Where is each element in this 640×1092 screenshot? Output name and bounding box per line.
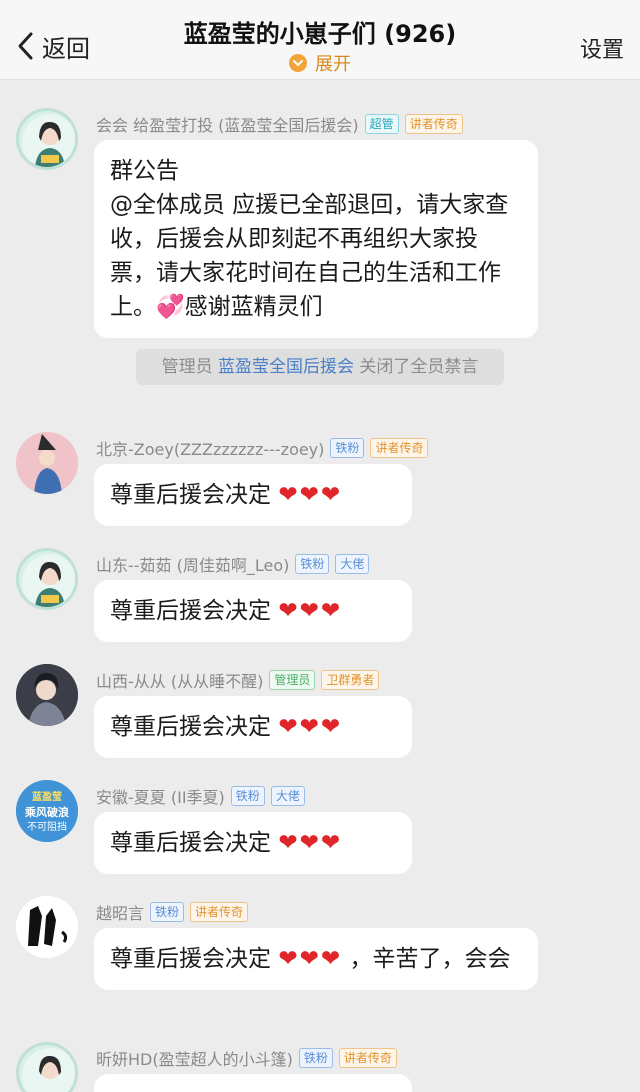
fan-badge: 铁粉 [330, 438, 365, 458]
sender-name: 山西-从从 (从从睡不醒) 管理员 卫群勇者 [96, 668, 380, 692]
heart-icons: ❤❤❤ [278, 830, 343, 856]
message-bubble[interactable]: 尊重后援会决定 ❤❤❤ [94, 696, 412, 758]
admin-link[interactable]: 蓝盈莹全国后援会 [218, 357, 354, 377]
settings-button[interactable]: 设置 [580, 32, 624, 64]
fan-badge: 铁粉 [295, 554, 330, 574]
sender-name: 安徽-夏夏 (II季夏) 铁粉 大佬 [96, 784, 305, 808]
title-badge: 讲者传奇 [338, 1048, 397, 1068]
avatar[interactable] [16, 108, 78, 170]
avatar-text: 不可阻挡 [27, 820, 67, 833]
title-badge: 讲者传奇 [190, 902, 249, 922]
avatar[interactable] [16, 896, 78, 958]
fan-badge: 铁粉 [298, 1048, 333, 1068]
avatar[interactable]: 蓝盈莹 乘风破浪 不可阻挡 [16, 780, 78, 842]
avatar[interactable] [16, 548, 78, 610]
avatar[interactable] [16, 1042, 78, 1092]
sender-name: 山东--茹茹 (周佳茹啊_Leo) 铁粉 大佬 [96, 552, 370, 576]
system-notice: 管理员 蓝盈莹全国后援会 关闭了全员禁言 [136, 349, 504, 385]
top-bar: 返回 蓝盈莹的小崽子们 (926) 展开 设置 [0, 0, 640, 80]
group-title: 蓝盈莹的小崽子们 (926) [183, 20, 457, 48]
title-badge: 讲者传奇 [370, 438, 429, 458]
message-bubble[interactable]: 尊重后援会决定 ❤❤❤ [94, 464, 412, 526]
fan-badge: 铁粉 [150, 902, 185, 922]
message-bubble[interactable]: 群公告 @全体成员 应援已全部退回，请大家查收，后援会从即刻起不再组织大家投票，… [94, 140, 538, 338]
message-bubble[interactable] [94, 1074, 412, 1092]
fan-badge: 铁粉 [230, 786, 265, 806]
role-badge: 管理员 [269, 670, 316, 690]
message-bubble[interactable]: 尊重后援会决定 ❤❤❤ [94, 580, 412, 642]
title-badge: 讲者传奇 [404, 114, 463, 134]
role-badge: 超管 [364, 114, 399, 134]
avatar-text: 乘风破浪 [24, 805, 69, 819]
avatar[interactable] [16, 664, 78, 726]
avatar-text: 蓝盈莹 [32, 790, 62, 803]
title-badge: 大佬 [335, 554, 370, 574]
chevron-down-icon [289, 54, 307, 72]
sender-name: 北京-Zoey(ZZZzzzzzz---zoey) 铁粉 讲者传奇 [96, 436, 429, 460]
sender-name: 昕妍HD(盈莹超人的小斗篷) 铁粉 讲者传奇 [96, 1046, 397, 1070]
expand-label: 展开 [315, 54, 351, 75]
heart-icons: ❤❤❤ [278, 714, 343, 740]
title-badge: 大佬 [270, 786, 305, 806]
avatar[interactable] [16, 432, 78, 494]
message-bubble[interactable]: 尊重后援会决定 ❤❤❤ [94, 812, 412, 874]
title-badge: 卫群勇者 [321, 670, 380, 690]
heart-icons: ❤❤❤ [278, 598, 343, 624]
sender-name: 越昭言 铁粉 讲者传奇 [96, 900, 249, 924]
message-bubble[interactable]: 尊重后援会决定 ❤❤❤ ，辛苦了，会会 [94, 928, 538, 990]
expand-toggle[interactable]: 展开 [0, 50, 640, 76]
sender-name: 会会 给盈莹打投 (蓝盈莹全国后援会) 超管 讲者传奇 [96, 112, 463, 136]
heart-icons: ❤❤❤ [278, 482, 343, 508]
heart-icons: ❤❤❤ [278, 946, 343, 972]
